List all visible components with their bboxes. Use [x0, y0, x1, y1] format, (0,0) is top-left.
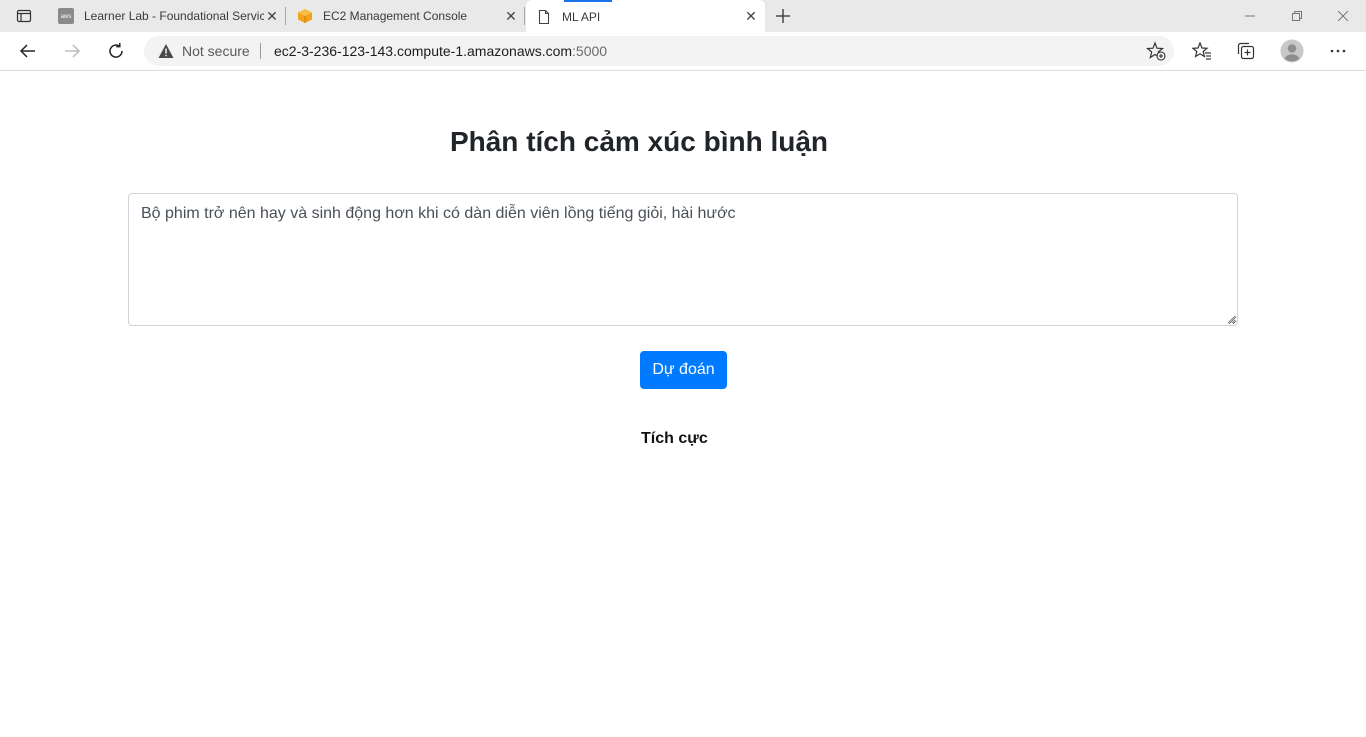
close-tab-icon[interactable]: ✕	[743, 8, 759, 25]
restore-icon	[1292, 11, 1302, 21]
tab-loading-indicator	[564, 0, 612, 2]
tab-ml-api[interactable]: ML API ✕	[526, 0, 765, 33]
prediction-result: Tích cực	[641, 430, 708, 447]
url-host: ec2-3-236-123-143.compute-1.amazonaws.co…	[274, 43, 573, 59]
address-divider	[260, 43, 261, 59]
close-tab-icon[interactable]: ✕	[264, 8, 280, 24]
tab-ec2-console[interactable]: EC2 Management Console ✕	[287, 0, 525, 32]
arrow-left-icon	[19, 44, 35, 58]
page-icon	[538, 9, 550, 24]
url-text[interactable]: ec2-3-236-123-143.compute-1.amazonaws.co…	[274, 43, 607, 59]
comment-input[interactable]: Bộ phim trở nên hay và sinh động hơn khi…	[128, 193, 1238, 326]
favorites-icon	[1192, 41, 1211, 60]
page-title: Phân tích cảm xúc bình luận	[449, 126, 829, 157]
resize-handle-icon[interactable]	[1226, 314, 1236, 324]
tab-actions-button[interactable]	[8, 4, 40, 28]
aws-cube-icon	[298, 9, 312, 23]
new-tab-button[interactable]	[772, 5, 794, 27]
tab-actions-icon	[16, 9, 32, 23]
minimize-button[interactable]	[1240, 6, 1260, 26]
warning-icon[interactable]	[158, 43, 174, 59]
close-window-button[interactable]	[1333, 6, 1353, 26]
tab-learner-lab[interactable]: aws Learner Lab - Foundational Servic ✕	[48, 0, 286, 32]
refresh-icon	[109, 43, 123, 58]
back-button[interactable]	[16, 39, 40, 63]
svg-text:aws: aws	[61, 14, 72, 20]
arrow-right-icon	[65, 44, 81, 58]
refresh-button[interactable]	[104, 39, 128, 63]
restore-button[interactable]	[1287, 6, 1307, 26]
forward-button[interactable]	[60, 39, 84, 63]
favorites-button[interactable]	[1190, 39, 1214, 63]
settings-more-button[interactable]	[1326, 39, 1350, 63]
add-favorite-icon[interactable]	[1146, 41, 1166, 61]
browser-toolbar: Not secure ec2-3-236-123-143.compute-1.a…	[0, 32, 1366, 71]
tab-title: EC2 Management Console	[323, 9, 468, 23]
collections-icon	[1237, 42, 1255, 60]
collections-button[interactable]	[1234, 39, 1258, 63]
minimize-icon	[1245, 15, 1255, 17]
tab-title: ML API	[562, 9, 601, 24]
more-dots-icon	[1330, 49, 1346, 53]
address-bar[interactable]: Not secure ec2-3-236-123-143.compute-1.a…	[144, 36, 1174, 66]
avatar-icon	[1280, 39, 1304, 63]
tab-title: Learner Lab - Foundational Servic	[84, 9, 264, 23]
predict-button[interactable]: Dự đoán	[640, 351, 727, 389]
profile-button[interactable]	[1279, 38, 1305, 64]
plus-icon	[776, 9, 790, 23]
url-port: :5000	[572, 43, 608, 59]
security-label[interactable]: Not secure	[182, 43, 250, 59]
tab-strip: aws Learner Lab - Foundational Servic ✕ …	[0, 0, 1366, 33]
aws-icon: aws	[58, 8, 74, 24]
close-tab-icon[interactable]: ✕	[503, 8, 519, 24]
close-icon	[1337, 10, 1349, 22]
